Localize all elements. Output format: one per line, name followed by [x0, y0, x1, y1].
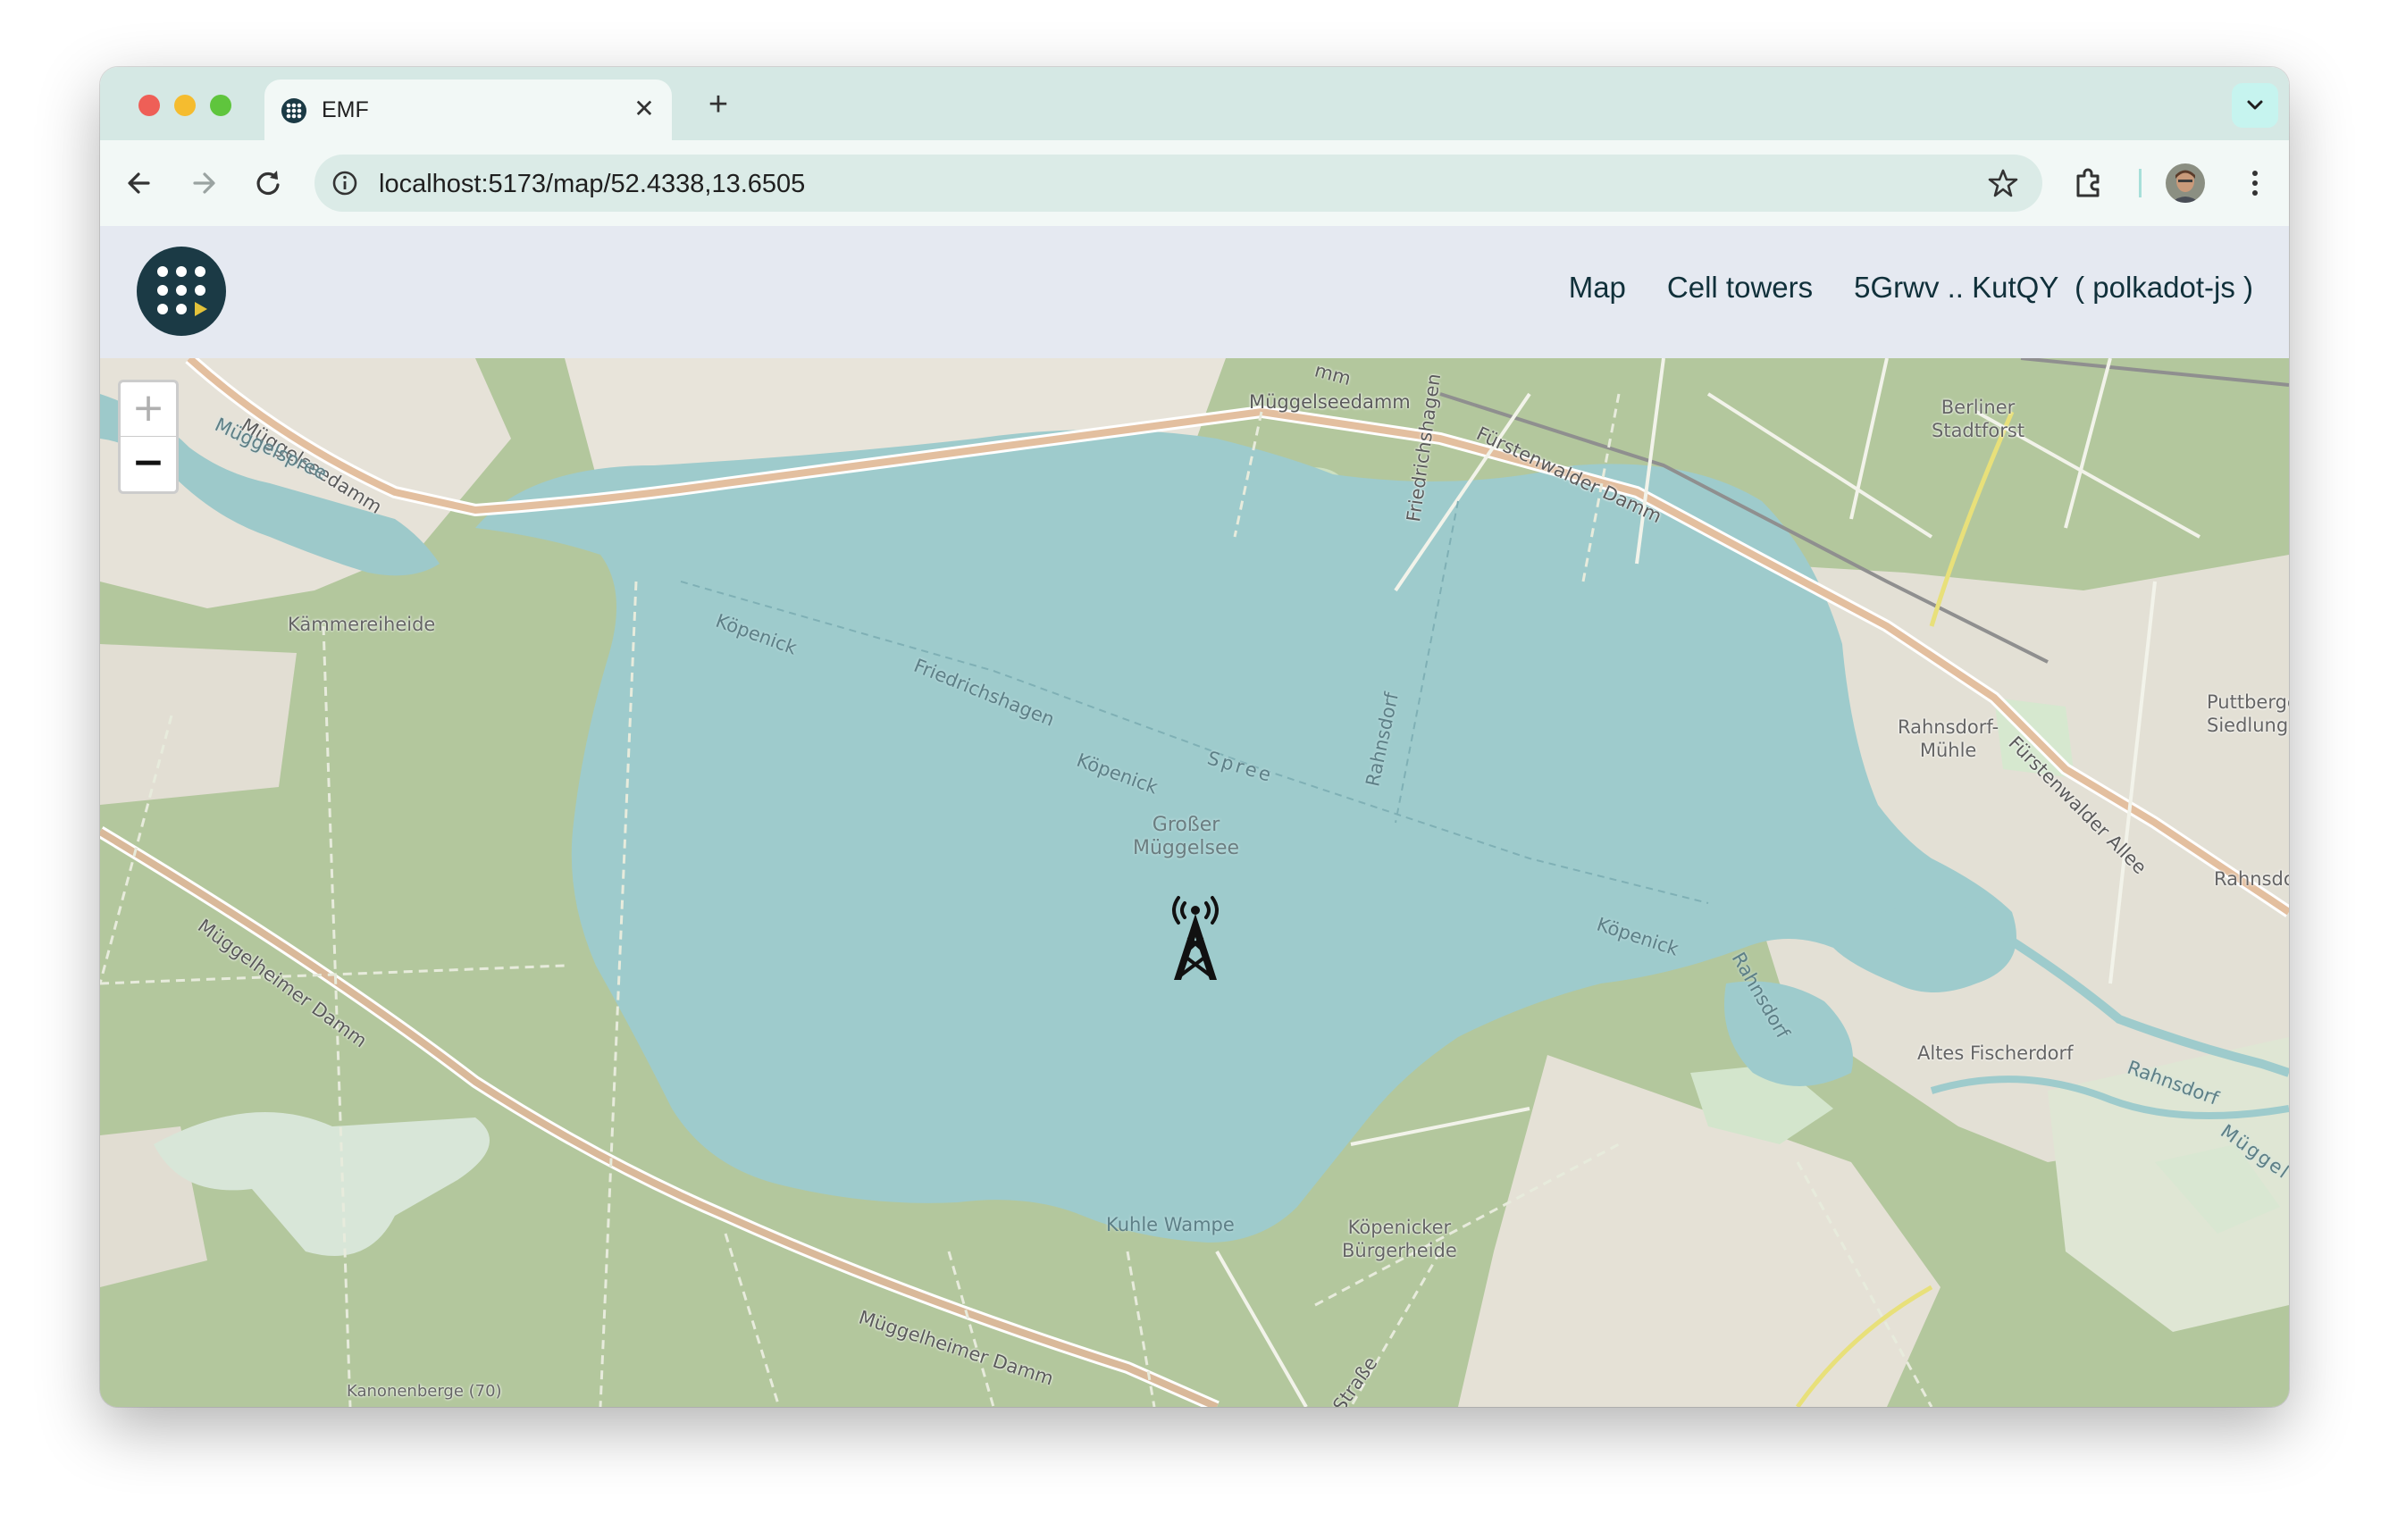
tab-title: EMF — [322, 97, 369, 122]
label-rahnsdorf-muhle: Rahnsdorf- Mühle — [1898, 716, 1999, 761]
chevron-down-icon — [2247, 100, 2263, 110]
label-kuhle-wampe: Kuhle Wampe — [1106, 1214, 1235, 1235]
main-nav: Map Cell towers 5Grwv .. KutQY ( polkado… — [1569, 271, 2253, 305]
avatar-image — [2166, 163, 2205, 203]
more-menu-icon[interactable] — [2237, 165, 2273, 201]
cell-tower-icon[interactable] — [1154, 891, 1236, 983]
label-muggelseedamm-top: Müggelseedamm — [1249, 391, 1411, 413]
profile-avatar[interactable] — [2166, 163, 2205, 203]
nav-map-link[interactable]: Map — [1569, 271, 1626, 305]
label-puttberge: Puttberge Siedlung — [2207, 691, 2289, 736]
label-berliner-stadtforst: Berliner Stadtforst — [1932, 397, 2025, 441]
maximize-window-button[interactable] — [210, 95, 231, 116]
account-selector[interactable]: 5Grwv .. KutQY ( polkadot-js ) — [1854, 271, 2253, 305]
close-tab-icon[interactable]: ✕ — [631, 96, 658, 122]
label-rahnsdo: Rahnsdo — [2214, 868, 2289, 890]
zoom-in-button[interactable]: + — [121, 382, 176, 437]
address-bar[interactable]: localhost:5173/map/52.4338,13.6505 — [314, 155, 2042, 212]
close-window-button[interactable] — [138, 95, 160, 116]
tab-strip: EMF ✕ + — [100, 67, 2289, 140]
reload-icon[interactable] — [247, 162, 289, 205]
tab-search-button[interactable] — [2232, 83, 2278, 128]
toolbar-divider — [2139, 169, 2142, 197]
extensions-icon[interactable] — [2071, 165, 2107, 201]
browser-window: EMF ✕ + localhost:5173/map/52.4338,13.65… — [100, 67, 2289, 1407]
bookmark-star-icon[interactable] — [1987, 167, 2019, 199]
site-info-icon[interactable] — [329, 167, 361, 199]
label-kanonenberge: Kanonenberge (70) — [347, 1382, 502, 1401]
label-altes-fischerdorf: Altes Fischerdorf — [1917, 1042, 2074, 1064]
label-kammereiheide: Kämmereiheide — [288, 614, 436, 635]
forward-arrow-icon[interactable] — [182, 162, 225, 205]
url-text[interactable]: localhost:5173/map/52.4338,13.6505 — [379, 170, 805, 199]
app-header: Map Cell towers 5Grwv .. KutQY ( polkado… — [100, 226, 2289, 358]
label-kopenicker-burgerheide: Köpenicker Bürgerheide — [1342, 1217, 1457, 1261]
zoom-control: + − — [118, 380, 179, 494]
browser-toolbar: localhost:5173/map/52.4338,13.6505 — [100, 140, 2289, 227]
browser-tab[interactable]: EMF ✕ — [264, 80, 672, 140]
nav-cell-towers-link[interactable]: Cell towers — [1667, 271, 1813, 305]
minimize-window-button[interactable] — [174, 95, 196, 116]
globe-icon — [281, 98, 306, 123]
map-tiles — [100, 358, 2289, 1407]
new-tab-button[interactable]: + — [699, 85, 738, 124]
zoom-out-button[interactable]: − — [121, 437, 176, 490]
map-view[interactable]: Kämmereiheide Berliner Stadtforst Rahnsd… — [100, 358, 2289, 1407]
app-logo[interactable] — [136, 246, 227, 337]
label-lake-name: Großer Müggelsee — [1133, 814, 1240, 859]
back-arrow-icon[interactable] — [118, 162, 161, 205]
